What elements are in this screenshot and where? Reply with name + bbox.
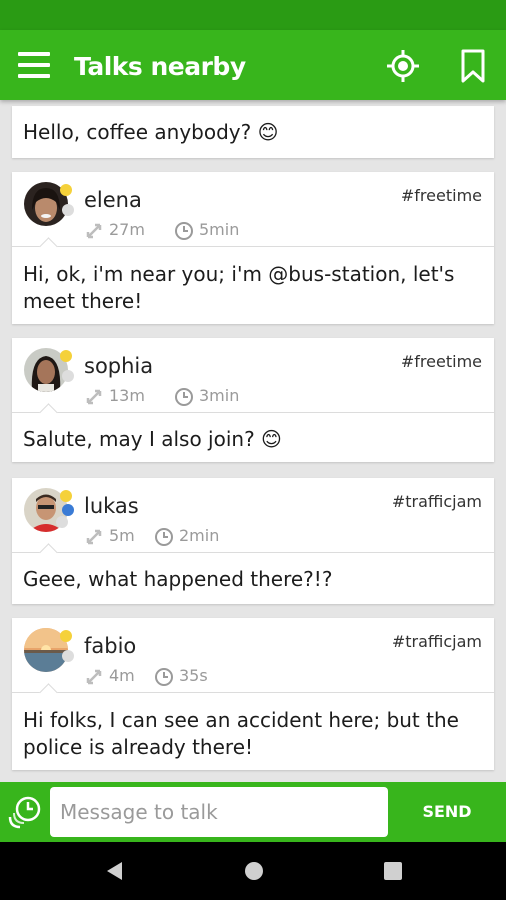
message-composer: SEND	[0, 782, 506, 842]
talk-card-header: fabio #trafficjam 4m 35s	[12, 618, 494, 693]
user-name[interactable]: sophia	[84, 354, 153, 378]
status-badge	[56, 516, 68, 528]
clock-icon	[175, 222, 193, 240]
distance-value: 5m	[109, 526, 135, 545]
status-badge	[60, 490, 72, 502]
distance-value: 4m	[109, 666, 135, 685]
talk-card-header: lukas #trafficjam 5m 2min	[12, 478, 494, 553]
talk-card[interactable]: lukas #trafficjam 5m 2min Geee, what hap…	[12, 478, 494, 604]
topic-tag[interactable]: #freetime	[401, 352, 482, 371]
message-text: Hi, ok, i'm near you; i'm @bus-station, …	[23, 262, 455, 313]
message-text: Hi folks, I can see an accident here; bu…	[23, 708, 459, 759]
crosshair-location-icon[interactable]	[386, 49, 420, 83]
status-badge	[62, 204, 74, 216]
talk-card-header: elena #freetime 27m 5min	[12, 172, 494, 247]
back-triangle-icon[interactable]	[104, 860, 124, 882]
hamburger-menu-icon[interactable]	[18, 52, 50, 78]
recents-square-icon[interactable]	[383, 860, 403, 882]
message-input[interactable]	[50, 787, 388, 837]
distance-arrows-icon	[86, 223, 102, 239]
talk-card[interactable]: sophia #freetime 13m 3min Salute, may I …	[12, 338, 494, 462]
system-nav-bar	[0, 842, 506, 900]
message-text: Hello, coffee anybody? 😊	[23, 120, 279, 144]
message-text: Salute, may I also join? 😊	[23, 427, 282, 451]
bookmark-icon[interactable]	[458, 49, 488, 83]
topic-tag[interactable]: #freetime	[401, 186, 482, 205]
clock-icon	[155, 668, 173, 686]
talk-card[interactable]: fabio #trafficjam 4m 35s Hi folks, I can…	[12, 618, 494, 770]
clock-icon	[155, 528, 173, 546]
page-title: Talks nearby	[74, 52, 246, 81]
topic-tag[interactable]: #trafficjam	[392, 632, 482, 651]
talk-card-partial: Hello, coffee anybody? 😊	[12, 106, 494, 158]
status-badge	[62, 370, 74, 382]
clock-icon	[175, 388, 193, 406]
time-value: 2min	[179, 526, 220, 545]
time-value: 3min	[199, 386, 240, 405]
home-circle-icon[interactable]	[243, 860, 265, 882]
status-badge	[60, 630, 72, 642]
distance-arrows-icon	[86, 529, 102, 545]
topic-tag[interactable]: #trafficjam	[392, 492, 482, 511]
message-text: Geee, what happened there?!?	[23, 567, 333, 591]
talk-feed[interactable]: Hello, coffee anybody? 😊 elena #freetime	[0, 100, 506, 782]
send-button[interactable]: SEND	[396, 787, 498, 837]
talk-card-header: sophia #freetime 13m 3min	[12, 338, 494, 413]
app-bar: Talks nearby	[0, 30, 506, 100]
user-name[interactable]: elena	[84, 188, 142, 212]
timer-clock-icon[interactable]	[6, 791, 46, 831]
time-value: 35s	[179, 666, 208, 685]
time-value: 5min	[199, 220, 240, 239]
distance-arrows-icon	[86, 389, 102, 405]
distance-value: 13m	[109, 386, 145, 405]
status-badge	[62, 650, 74, 662]
user-name[interactable]: lukas	[84, 494, 139, 518]
status-badge	[60, 350, 72, 362]
status-badge	[62, 504, 74, 516]
status-badge	[60, 184, 72, 196]
distance-arrows-icon	[86, 669, 102, 685]
distance-value: 27m	[109, 220, 145, 239]
status-bar	[0, 0, 506, 30]
talk-card[interactable]: elena #freetime 27m 5min Hi, ok, i'm nea…	[12, 172, 494, 324]
user-name[interactable]: fabio	[84, 634, 136, 658]
